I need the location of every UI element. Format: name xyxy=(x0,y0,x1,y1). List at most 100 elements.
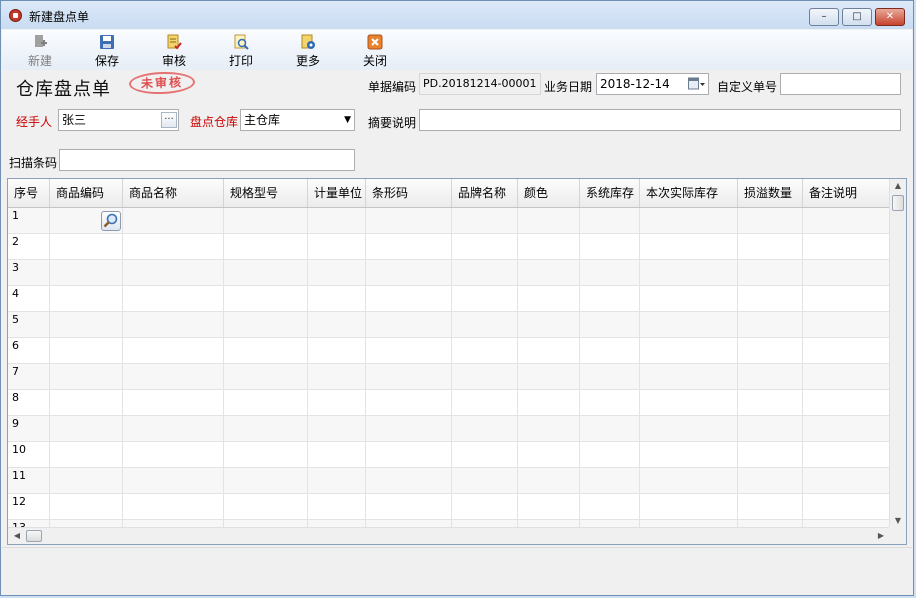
table-row[interactable]: 9 xyxy=(8,416,890,442)
table-cell[interactable] xyxy=(50,416,123,441)
table-cell[interactable] xyxy=(366,442,452,467)
table-cell[interactable] xyxy=(50,494,123,519)
table-cell[interactable] xyxy=(518,286,580,311)
table-cell[interactable] xyxy=(452,390,518,415)
table-cell[interactable] xyxy=(640,234,738,259)
table-cell[interactable] xyxy=(50,260,123,285)
table-cell[interactable] xyxy=(640,468,738,493)
table-row[interactable]: 8 xyxy=(8,390,890,416)
table-cell[interactable] xyxy=(366,312,452,337)
maximize-button[interactable]: □ xyxy=(842,8,872,26)
table-cell[interactable] xyxy=(308,416,366,441)
table-cell[interactable] xyxy=(123,286,224,311)
table-cell[interactable] xyxy=(640,416,738,441)
column-header[interactable]: 序号 xyxy=(8,179,50,207)
ellipsis-icon[interactable]: ··· xyxy=(161,112,177,128)
handler-field[interactable]: 张三 ··· xyxy=(58,109,179,131)
table-cell[interactable] xyxy=(366,416,452,441)
scroll-right-icon[interactable]: ▶ xyxy=(874,528,888,544)
print-button[interactable]: 打印 xyxy=(215,32,267,69)
table-cell[interactable] xyxy=(308,312,366,337)
table-cell[interactable] xyxy=(738,234,803,259)
table-cell[interactable] xyxy=(224,416,308,441)
table-row[interactable]: 7 xyxy=(8,364,890,390)
table-cell[interactable] xyxy=(50,442,123,467)
vertical-scrollbar[interactable]: ▲ ▼ xyxy=(889,179,906,528)
table-cell[interactable] xyxy=(452,494,518,519)
table-cell[interactable] xyxy=(123,234,224,259)
table-cell[interactable] xyxy=(123,338,224,363)
chevron-down-icon[interactable]: ▼ xyxy=(344,110,351,130)
table-cell[interactable] xyxy=(123,390,224,415)
table-cell[interactable] xyxy=(580,468,640,493)
table-cell[interactable] xyxy=(366,208,452,233)
table-cell[interactable] xyxy=(308,442,366,467)
table-cell[interactable] xyxy=(803,208,890,233)
column-header[interactable]: 计量单位 xyxy=(308,179,366,207)
column-header[interactable]: 本次实际库存 xyxy=(640,179,738,207)
table-cell[interactable] xyxy=(640,442,738,467)
table-cell[interactable] xyxy=(123,494,224,519)
calendar-dropdown-icon[interactable] xyxy=(688,77,706,91)
column-header[interactable]: 规格型号 xyxy=(224,179,308,207)
scroll-up-icon[interactable]: ▲ xyxy=(890,179,906,193)
date-picker[interactable]: 2018-12-14 xyxy=(596,73,709,95)
column-header[interactable]: 损溢数量 xyxy=(738,179,803,207)
table-row[interactable]: 2 xyxy=(8,234,890,260)
column-header[interactable]: 备注说明 xyxy=(803,179,890,207)
table-cell[interactable] xyxy=(803,312,890,337)
column-header[interactable]: 商品名称 xyxy=(123,179,224,207)
table-cell[interactable] xyxy=(308,494,366,519)
table-cell[interactable] xyxy=(452,468,518,493)
table-cell[interactable] xyxy=(224,338,308,363)
column-header[interactable]: 品牌名称 xyxy=(452,179,518,207)
table-cell[interactable] xyxy=(308,234,366,259)
table-cell[interactable] xyxy=(366,364,452,389)
table-cell[interactable] xyxy=(308,286,366,311)
table-cell[interactable] xyxy=(452,312,518,337)
table-cell[interactable] xyxy=(580,338,640,363)
table-cell[interactable] xyxy=(580,364,640,389)
table-cell[interactable] xyxy=(452,260,518,285)
table-cell[interactable] xyxy=(50,312,123,337)
table-cell[interactable] xyxy=(518,208,580,233)
table-cell[interactable] xyxy=(803,494,890,519)
table-cell[interactable] xyxy=(738,286,803,311)
table-cell[interactable] xyxy=(366,260,452,285)
table-cell[interactable] xyxy=(738,442,803,467)
title-bar[interactable]: 新建盘点单 – □ ✕ xyxy=(1,1,913,29)
table-cell[interactable] xyxy=(366,468,452,493)
table-cell[interactable] xyxy=(803,390,890,415)
table-cell[interactable] xyxy=(580,312,640,337)
table-cell[interactable] xyxy=(640,260,738,285)
table-cell[interactable] xyxy=(580,260,640,285)
table-cell[interactable] xyxy=(738,494,803,519)
table-row[interactable]: 1 xyxy=(8,208,890,234)
table-cell[interactable] xyxy=(803,286,890,311)
table-cell[interactable] xyxy=(640,312,738,337)
table-cell[interactable] xyxy=(224,494,308,519)
table-cell[interactable] xyxy=(123,442,224,467)
table-cell[interactable] xyxy=(803,416,890,441)
table-cell[interactable] xyxy=(580,286,640,311)
table-cell[interactable] xyxy=(738,416,803,441)
table-cell[interactable] xyxy=(738,312,803,337)
table-cell[interactable] xyxy=(123,312,224,337)
table-cell[interactable] xyxy=(803,260,890,285)
table-cell[interactable] xyxy=(50,390,123,415)
table-cell[interactable] xyxy=(50,234,123,259)
table-cell[interactable] xyxy=(50,468,123,493)
table-cell[interactable] xyxy=(123,260,224,285)
table-cell[interactable] xyxy=(803,442,890,467)
table-cell[interactable] xyxy=(308,260,366,285)
table-cell[interactable] xyxy=(738,208,803,233)
table-cell[interactable] xyxy=(366,494,452,519)
new-button[interactable]: 新建 xyxy=(14,32,66,69)
table-cell[interactable] xyxy=(803,364,890,389)
table-cell[interactable] xyxy=(366,390,452,415)
table-cell[interactable] xyxy=(580,442,640,467)
table-cell[interactable] xyxy=(224,234,308,259)
barcode-input[interactable] xyxy=(59,149,355,171)
scroll-left-icon[interactable]: ◀ xyxy=(10,528,24,544)
table-cell[interactable] xyxy=(803,338,890,363)
